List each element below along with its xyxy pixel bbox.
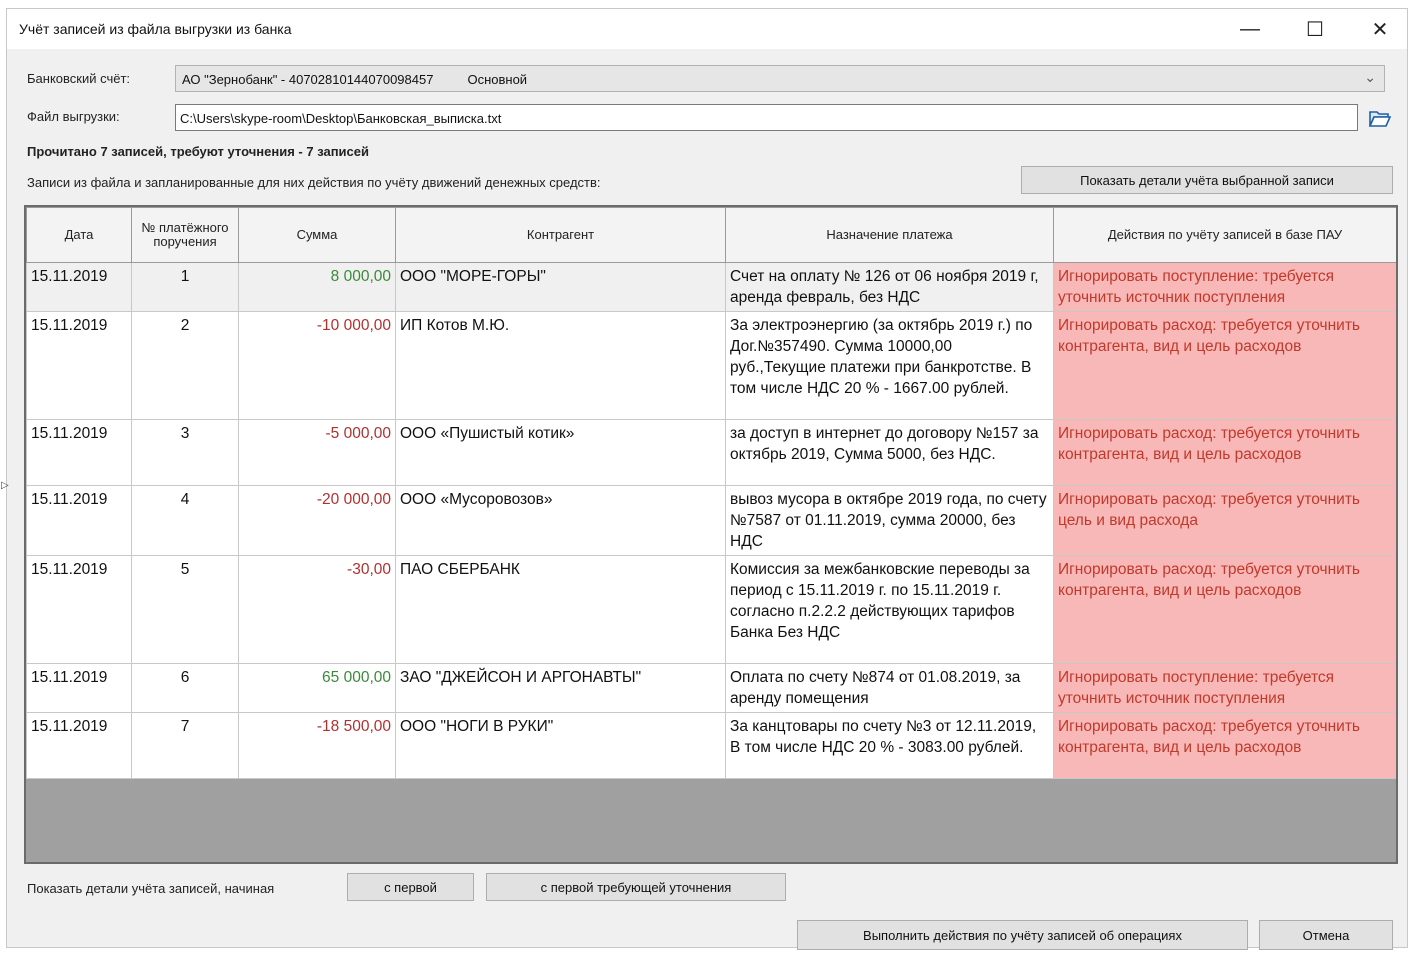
cell-counterparty: ЗАО "ДЖЕЙСОН И АРГОНАВТЫ" (395, 663, 726, 713)
cell-counterparty: ИП Котов М.Ю. (395, 311, 726, 420)
table-row[interactable]: 15.11.2019 6 65 000,00 ЗАО "ДЖЕЙСОН И АР… (26, 663, 1396, 713)
close-button[interactable]: ✕ (1353, 11, 1407, 47)
cell-number: 1 (131, 262, 239, 312)
cell-date: 15.11.2019 (26, 663, 132, 713)
cell-action: Игнорировать расход: требуется уточнить … (1053, 311, 1396, 420)
cell-sum: -30,00 (238, 555, 396, 664)
cell-date: 15.11.2019 (26, 712, 132, 779)
cell-date: 15.11.2019 (26, 311, 132, 420)
cell-counterparty: ПАО СБЕРБАНК (395, 555, 726, 664)
column-header-counterparty[interactable]: Контрагент (395, 207, 726, 263)
from-first-button[interactable]: с первой (347, 873, 474, 901)
cell-date: 15.11.2019 (26, 555, 132, 664)
cell-number: 4 (131, 485, 239, 556)
cell-sum: -10 000,00 (238, 311, 396, 420)
show-details-label: Показать детали учёта записей, начиная (27, 881, 275, 896)
cell-sum: -18 500,00 (238, 712, 396, 779)
cell-purpose: вывоз мусора в октябре 2019 года, по сче… (725, 485, 1054, 556)
status-text: Прочитано 7 записей, требуют уточнения -… (27, 144, 370, 159)
current-row-indicator-icon: ▷ (1, 480, 9, 491)
cell-number: 3 (131, 419, 239, 486)
cell-purpose: За канцтовары по счету №3 от 12.11.2019,… (725, 712, 1054, 779)
cell-number: 7 (131, 712, 239, 779)
table-row[interactable]: 15.11.2019 5 -30,00 ПАО СБЕРБАНК Комисси… (26, 555, 1396, 664)
cell-number: 2 (131, 311, 239, 420)
cell-action: Игнорировать расход: требуется уточнить … (1053, 555, 1396, 664)
column-header-purpose[interactable]: Назначение платежа (725, 207, 1054, 263)
records-label: Записи из файла и запланированные для ни… (27, 175, 601, 190)
title-bar: Учёт записей из файла выгрузки из банка … (7, 9, 1407, 49)
cell-date: 15.11.2019 (26, 485, 132, 556)
cell-sum: -5 000,00 (238, 419, 396, 486)
cell-action: Игнорировать расход: требуется уточнить … (1053, 485, 1396, 556)
cell-purpose: За электроэнергию (за октябрь 2019 г.) п… (725, 311, 1054, 420)
cell-action: Игнорировать поступление: требуется уточ… (1053, 262, 1396, 312)
table-row[interactable]: 15.11.2019 1 8 000,00 ООО "МОРЕ-ГОРЫ" Сч… (26, 262, 1396, 312)
execute-actions-button[interactable]: Выполнить действия по учёту записей об о… (797, 920, 1248, 950)
minimize-button[interactable]: — (1223, 11, 1277, 47)
cell-counterparty: ООО «Пушистый котик» (395, 419, 726, 486)
dialog-window: Учёт записей из файла выгрузки из банка … (6, 8, 1408, 950)
chevron-down-icon: ⌄ (1364, 69, 1376, 85)
file-path-input[interactable]: C:\Users\skype-room\Desktop\Банковская_в… (175, 104, 1358, 131)
cell-sum: 65 000,00 (238, 663, 396, 713)
table-row[interactable]: 15.11.2019 4 -20 000,00 ООО «Мусоровозов… (26, 485, 1396, 556)
table-row[interactable]: 15.11.2019 2 -10 000,00 ИП Котов М.Ю. За… (26, 311, 1396, 420)
cell-purpose: за доступ в интернет до договору №157 за… (725, 419, 1054, 486)
maximize-button[interactable]: ☐ (1288, 11, 1342, 47)
cancel-button[interactable]: Отмена (1259, 920, 1393, 950)
table-row[interactable]: 15.11.2019 3 -5 000,00 ООО «Пушистый кот… (26, 419, 1396, 486)
cell-action: Игнорировать расход: требуется уточнить … (1053, 419, 1396, 486)
window-title: Учёт записей из файла выгрузки из банка (19, 21, 292, 37)
folder-open-icon (1368, 111, 1392, 127)
cell-action: Игнорировать поступление: требуется уточ… (1053, 663, 1396, 713)
table-row[interactable]: 15.11.2019 7 -18 500,00 ООО "НОГИ В РУКИ… (26, 712, 1396, 779)
cell-date: 15.11.2019 (26, 419, 132, 486)
cell-purpose: Комиссия за межбанковские переводы за пе… (725, 555, 1054, 664)
browse-folder-button[interactable] (1366, 106, 1394, 132)
account-type: Основной (467, 72, 528, 87)
cell-number: 5 (131, 555, 239, 664)
file-label: Файл выгрузки: (27, 109, 120, 124)
column-header-action[interactable]: Действия по учёту записей в базе ПАУ (1053, 207, 1396, 263)
account-label: Банковский счёт: (27, 71, 131, 86)
show-selected-details-button[interactable]: Показать детали учёта выбранной записи (1021, 166, 1393, 194)
column-header-date[interactable]: Дата (26, 207, 132, 263)
records-table: Дата № платёжного поручения Сумма Контра… (26, 207, 1396, 779)
cell-date: 15.11.2019 (26, 262, 132, 312)
column-header-sum[interactable]: Сумма (238, 207, 396, 263)
account-select[interactable]: АО "Зернобанк" - 40702810144070098457 Осн… (175, 65, 1385, 92)
cell-action: Игнорировать расход: требуется уточнить … (1053, 712, 1396, 779)
cell-sum: -20 000,00 (238, 485, 396, 556)
cell-purpose: Оплата по счету №874 от 01.08.2019, за а… (725, 663, 1054, 713)
cell-counterparty: ООО «Мусоровозов» (395, 485, 726, 556)
account-value: АО "Зернобанк" - 40702810144070098457 (182, 72, 434, 87)
cell-purpose: Счет на оплату № 126 от 06 ноября 2019 г… (725, 262, 1054, 312)
table-header: Дата № платёжного поручения Сумма Контра… (26, 207, 1396, 263)
records-grid[interactable]: Дата № платёжного поручения Сумма Контра… (24, 205, 1398, 864)
cell-counterparty: ООО "НОГИ В РУКИ" (395, 712, 726, 779)
column-header-number[interactable]: № платёжного поручения (131, 207, 239, 263)
cell-counterparty: ООО "МОРЕ-ГОРЫ" (395, 262, 726, 312)
cell-number: 6 (131, 663, 239, 713)
from-first-unclear-button[interactable]: с первой требующей уточнения (486, 873, 786, 901)
cell-sum: 8 000,00 (238, 262, 396, 312)
